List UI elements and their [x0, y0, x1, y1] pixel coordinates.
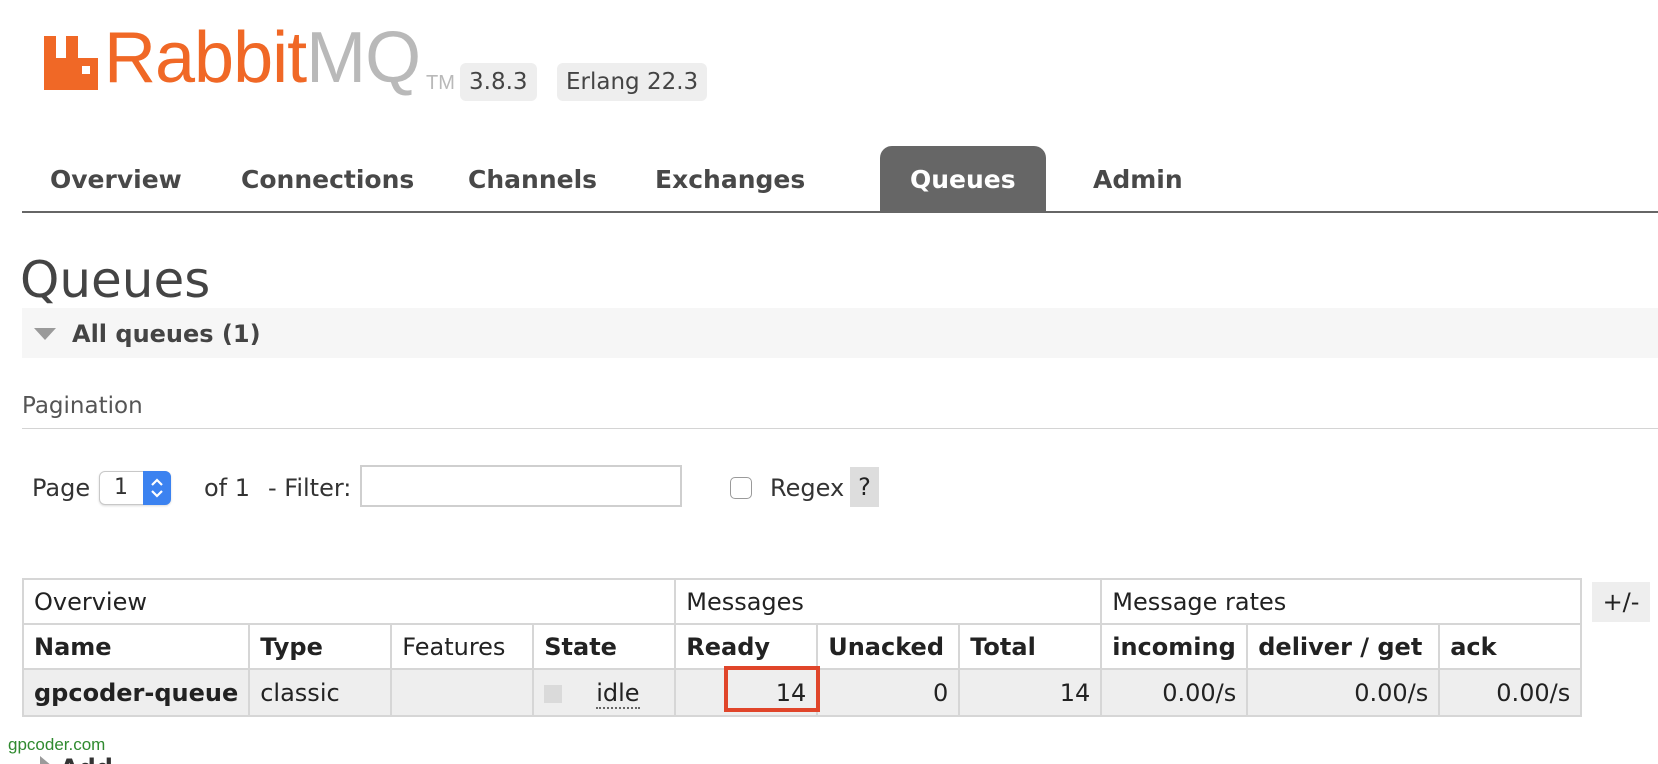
tab-connections[interactable]: Connections: [233, 146, 422, 211]
logo-wordmark-mq: MQ: [306, 18, 421, 98]
column-header-state[interactable]: State: [532, 623, 677, 670]
column-header-ack[interactable]: ack: [1438, 623, 1583, 670]
page-select-value: 1: [114, 475, 128, 500]
tab-admin[interactable]: Admin: [1085, 146, 1191, 211]
all-queues-section-toggle[interactable]: All queues (1): [22, 308, 1658, 358]
group-header-overview: Overview: [21, 578, 677, 625]
queue-type-cell: classic: [248, 668, 393, 717]
filter-label: - Filter:: [268, 474, 352, 502]
select-arrows-icon: [143, 471, 171, 505]
pagination-divider: [22, 428, 1658, 429]
regex-checkbox[interactable]: [730, 477, 752, 499]
queue-ready-cell: 14: [674, 666, 821, 717]
column-header-ready[interactable]: Ready: [674, 623, 819, 670]
column-header-type[interactable]: Type: [248, 623, 393, 670]
regex-label: Regex: [770, 474, 845, 502]
tab-queues[interactable]: Queues: [880, 146, 1046, 211]
queue-name-link[interactable]: gpcoder-queue: [21, 668, 251, 717]
queue-unacked-cell: 0: [816, 668, 961, 717]
filter-input[interactable]: [360, 465, 682, 507]
toggle-columns-button[interactable]: +/-: [1592, 582, 1650, 622]
main-nav-tabs: Overview Connections Channels Exchanges …: [22, 146, 1658, 213]
ready-highlight-box: [724, 666, 821, 712]
column-header-name[interactable]: Name: [21, 623, 251, 670]
add-queue-section-title[interactable]: Add: [60, 754, 113, 764]
group-header-message-rates: Message rates: [1100, 578, 1583, 625]
page-label: Page: [32, 474, 91, 502]
column-header-features: Features: [390, 623, 535, 670]
column-header-deliver-get[interactable]: deliver / get: [1246, 623, 1441, 670]
group-header-messages: Messages: [674, 578, 1103, 625]
queues-table-wrapper: Overview Messages Message rates Name Typ…: [21, 578, 1583, 717]
rabbitmq-management-page: RabbitMQ TM 3.8.3 Erlang 22.3 Overview C…: [0, 0, 1658, 764]
column-header-total[interactable]: Total: [958, 623, 1103, 670]
queues-table: Overview Messages Message rates Name Typ…: [21, 578, 1583, 717]
table-column-header-row: Name Type Features State Ready Unacked T…: [21, 623, 1583, 670]
queue-features-cell: [390, 668, 535, 717]
logo-wordmark: RabbitMQ: [104, 22, 421, 94]
tab-exchanges[interactable]: Exchanges: [647, 146, 813, 211]
expand-caret-icon[interactable]: [40, 756, 52, 764]
queue-state-label: idle: [596, 678, 640, 709]
page-count-label: of 1: [204, 474, 251, 502]
queue-total-cell: 14: [958, 668, 1103, 717]
collapse-caret-icon: [34, 328, 56, 340]
table-group-header-row: Overview Messages Message rates: [21, 578, 1583, 625]
regex-help-button[interactable]: ?: [850, 467, 879, 507]
queue-incoming-rate-cell: 0.00/s: [1100, 668, 1249, 717]
pagination-label: Pagination: [22, 393, 143, 419]
pagination-controls: Page 1 of 1 - Filter: Regex ?: [22, 465, 1642, 510]
logo-wordmark-rabbit: Rabbit: [104, 18, 307, 98]
tab-channels[interactable]: Channels: [460, 146, 605, 211]
table-row[interactable]: gpcoder-queue classic idle 14 0 14 0.00/…: [21, 666, 1583, 717]
erlang-version-badge: Erlang 22.3: [557, 63, 708, 101]
column-header-incoming[interactable]: incoming: [1100, 623, 1249, 670]
queue-deliver-get-rate-cell: 0.00/s: [1246, 668, 1441, 717]
tab-overview[interactable]: Overview: [42, 146, 190, 211]
queue-state-cell: idle: [532, 668, 677, 717]
page-select[interactable]: 1: [99, 471, 171, 505]
watermark: gpcoder.com: [8, 735, 106, 754]
trademark-label: TM: [426, 72, 455, 94]
state-indicator-icon: [544, 684, 563, 703]
page-title: Queues: [20, 251, 211, 309]
queue-ack-rate-cell: 0.00/s: [1438, 668, 1583, 717]
column-header-unacked[interactable]: Unacked: [816, 623, 961, 670]
section-title: All queues (1): [72, 320, 261, 348]
rabbitmq-logo-icon: [44, 36, 98, 90]
version-badge: 3.8.3: [460, 63, 537, 101]
